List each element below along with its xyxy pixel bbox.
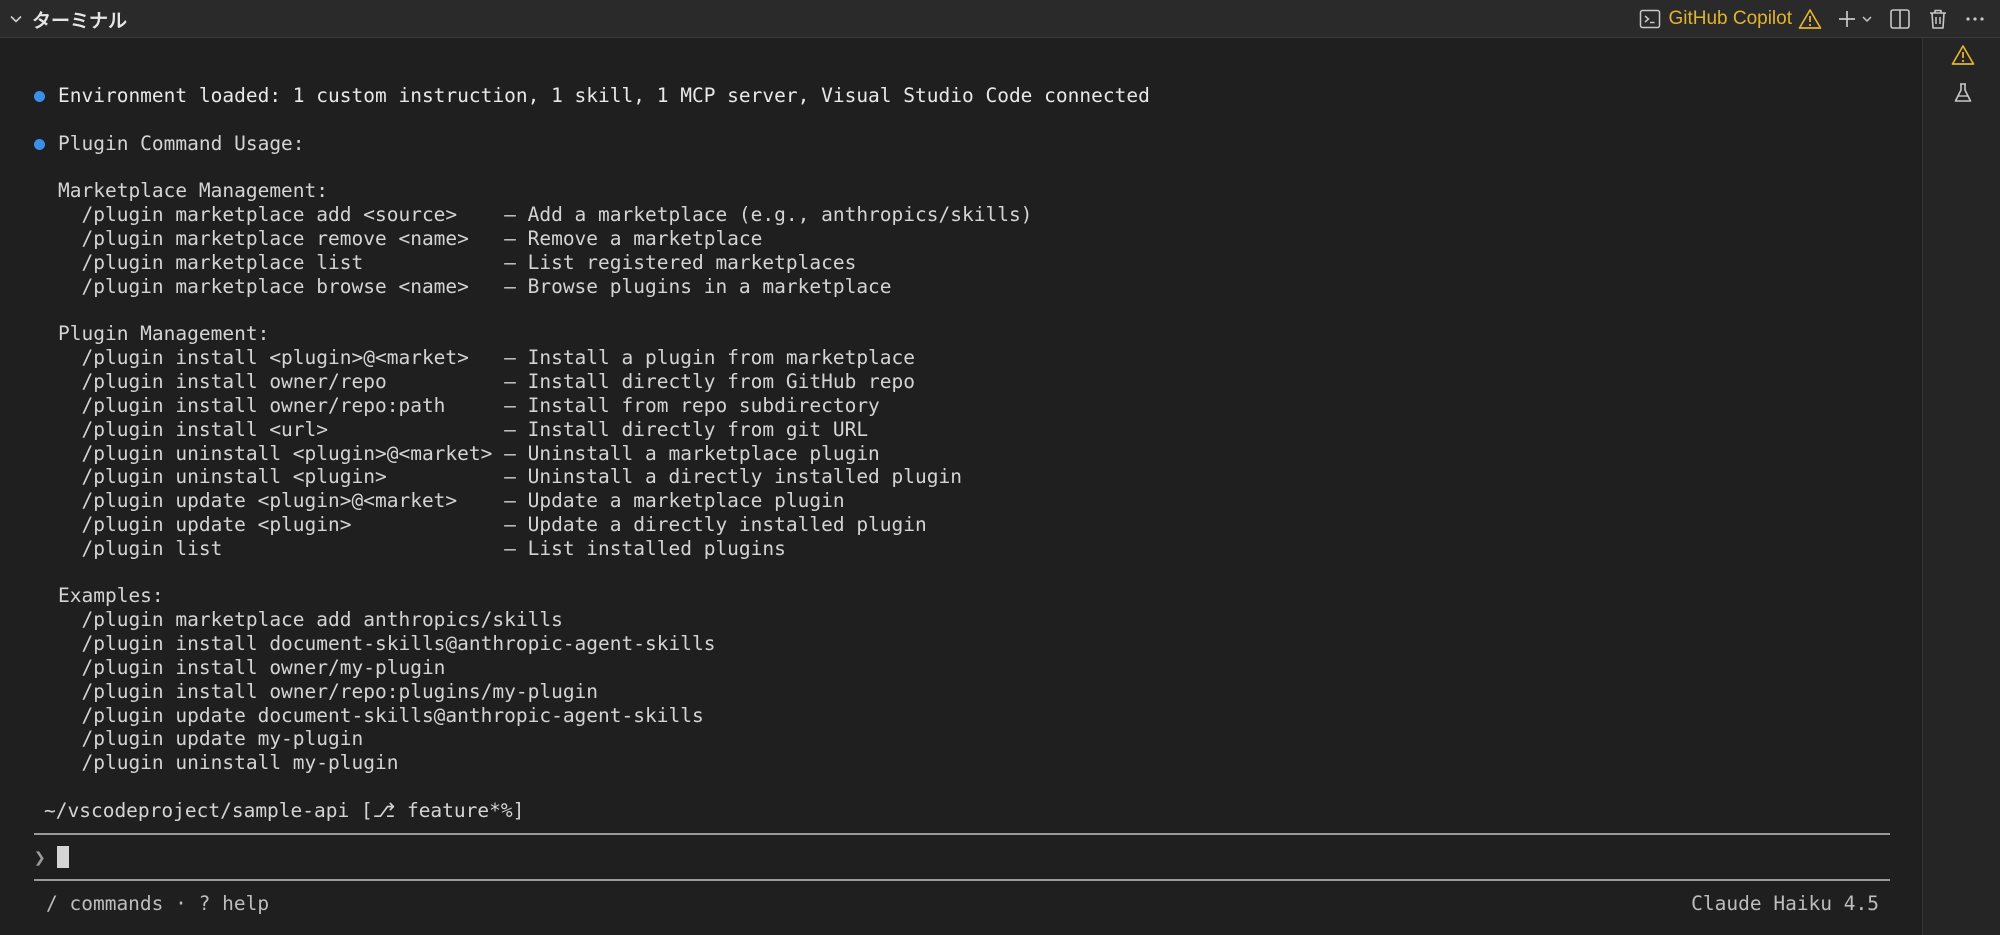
output-line: /plugin install <plugin>@<market> – Inst… xyxy=(58,346,916,369)
output-line: Marketplace Management: xyxy=(58,179,329,202)
copilot-label: GitHub Copilot xyxy=(1668,8,1792,29)
output-line: /plugin marketplace browse <name> – Brow… xyxy=(58,275,892,298)
plus-icon xyxy=(1836,8,1858,30)
warning-icon[interactable] xyxy=(1951,44,1975,66)
chevron-down-icon[interactable] xyxy=(8,11,24,27)
output-line: /plugin install <url> – Install directly… xyxy=(58,418,869,441)
output-line: /plugin uninstall <plugin>@<market> – Un… xyxy=(58,442,880,465)
output-line: /plugin marketplace remove <name> – Remo… xyxy=(58,227,763,250)
output-line: /plugin install owner/repo – Install dir… xyxy=(58,370,916,393)
output-line: /plugin install owner/repo:path – Instal… xyxy=(58,394,880,417)
git-branch: [⎇ feature*%] xyxy=(361,799,525,822)
input-separator-top xyxy=(34,833,1890,835)
terminal-output[interactable]: Environment loaded: 1 custom instruction… xyxy=(0,38,1922,935)
output-line: /plugin uninstall my-plugin xyxy=(58,751,399,774)
output-line: /plugin install document-skills@anthropi… xyxy=(58,632,716,655)
output-line: /plugin install owner/repo:plugins/my-pl… xyxy=(58,680,599,703)
more-icon[interactable] xyxy=(1964,8,1986,30)
panel-title: ターミナル xyxy=(32,10,128,32)
output-line: /plugin marketplace list – List register… xyxy=(58,251,857,274)
model-name: Claude Haiku 4.5 xyxy=(1691,892,1879,915)
copilot-terminal-tab[interactable]: GitHub Copilot xyxy=(1638,7,1822,31)
output-line: /plugin update my-plugin xyxy=(58,727,364,750)
environment-status: Environment loaded: 1 custom instruction… xyxy=(58,84,1150,107)
status-bullet xyxy=(34,91,45,102)
input-separator-bottom xyxy=(34,879,1890,881)
output-line: /plugin update <plugin>@<market> – Updat… xyxy=(58,489,845,512)
output-line: /plugin install owner/my-plugin xyxy=(58,656,446,679)
usage-bullet xyxy=(34,139,45,150)
prompt-symbol: ❯ xyxy=(34,846,46,869)
cwd-path: ~/vscodeproject/sample-api xyxy=(44,799,350,822)
text-cursor[interactable] xyxy=(57,846,69,868)
output-line: /plugin marketplace add anthropics/skill… xyxy=(58,608,563,631)
warning-icon xyxy=(1798,8,1822,30)
cwd-line: ~/vscodeproject/sample-api [⎇ feature*%] xyxy=(44,799,524,823)
split-icon[interactable] xyxy=(1888,7,1912,31)
chevron-down-icon xyxy=(1860,12,1874,26)
output-line: Plugin Management: xyxy=(58,322,270,345)
flask-icon[interactable] xyxy=(1951,81,1975,105)
trash-icon[interactable] xyxy=(1926,7,1950,31)
output-line: /plugin update <plugin> – Update a direc… xyxy=(58,513,927,536)
output-line: Examples: xyxy=(58,584,164,607)
output-line: /plugin list – List installed plugins xyxy=(58,537,786,560)
output-line: /plugin marketplace add <source> – Add a… xyxy=(58,203,1033,226)
output-line: /plugin update document-skills@anthropic… xyxy=(58,704,704,727)
usage-heading: Plugin Command Usage: xyxy=(58,132,305,155)
new-terminal-button[interactable] xyxy=(1836,8,1874,30)
panel-header: ターミナル GitHub Copilot xyxy=(0,0,2000,38)
panel-toolbar: GitHub Copilot xyxy=(1638,0,1986,38)
terminal-tabs-sidebar xyxy=(1922,38,2000,935)
output-line: /plugin uninstall <plugin> – Uninstall a… xyxy=(58,465,962,488)
terminal-icon xyxy=(1638,7,1662,31)
panel-title-group[interactable]: ターミナル xyxy=(8,0,127,38)
footer-hint: / commands · ? help xyxy=(46,892,270,915)
